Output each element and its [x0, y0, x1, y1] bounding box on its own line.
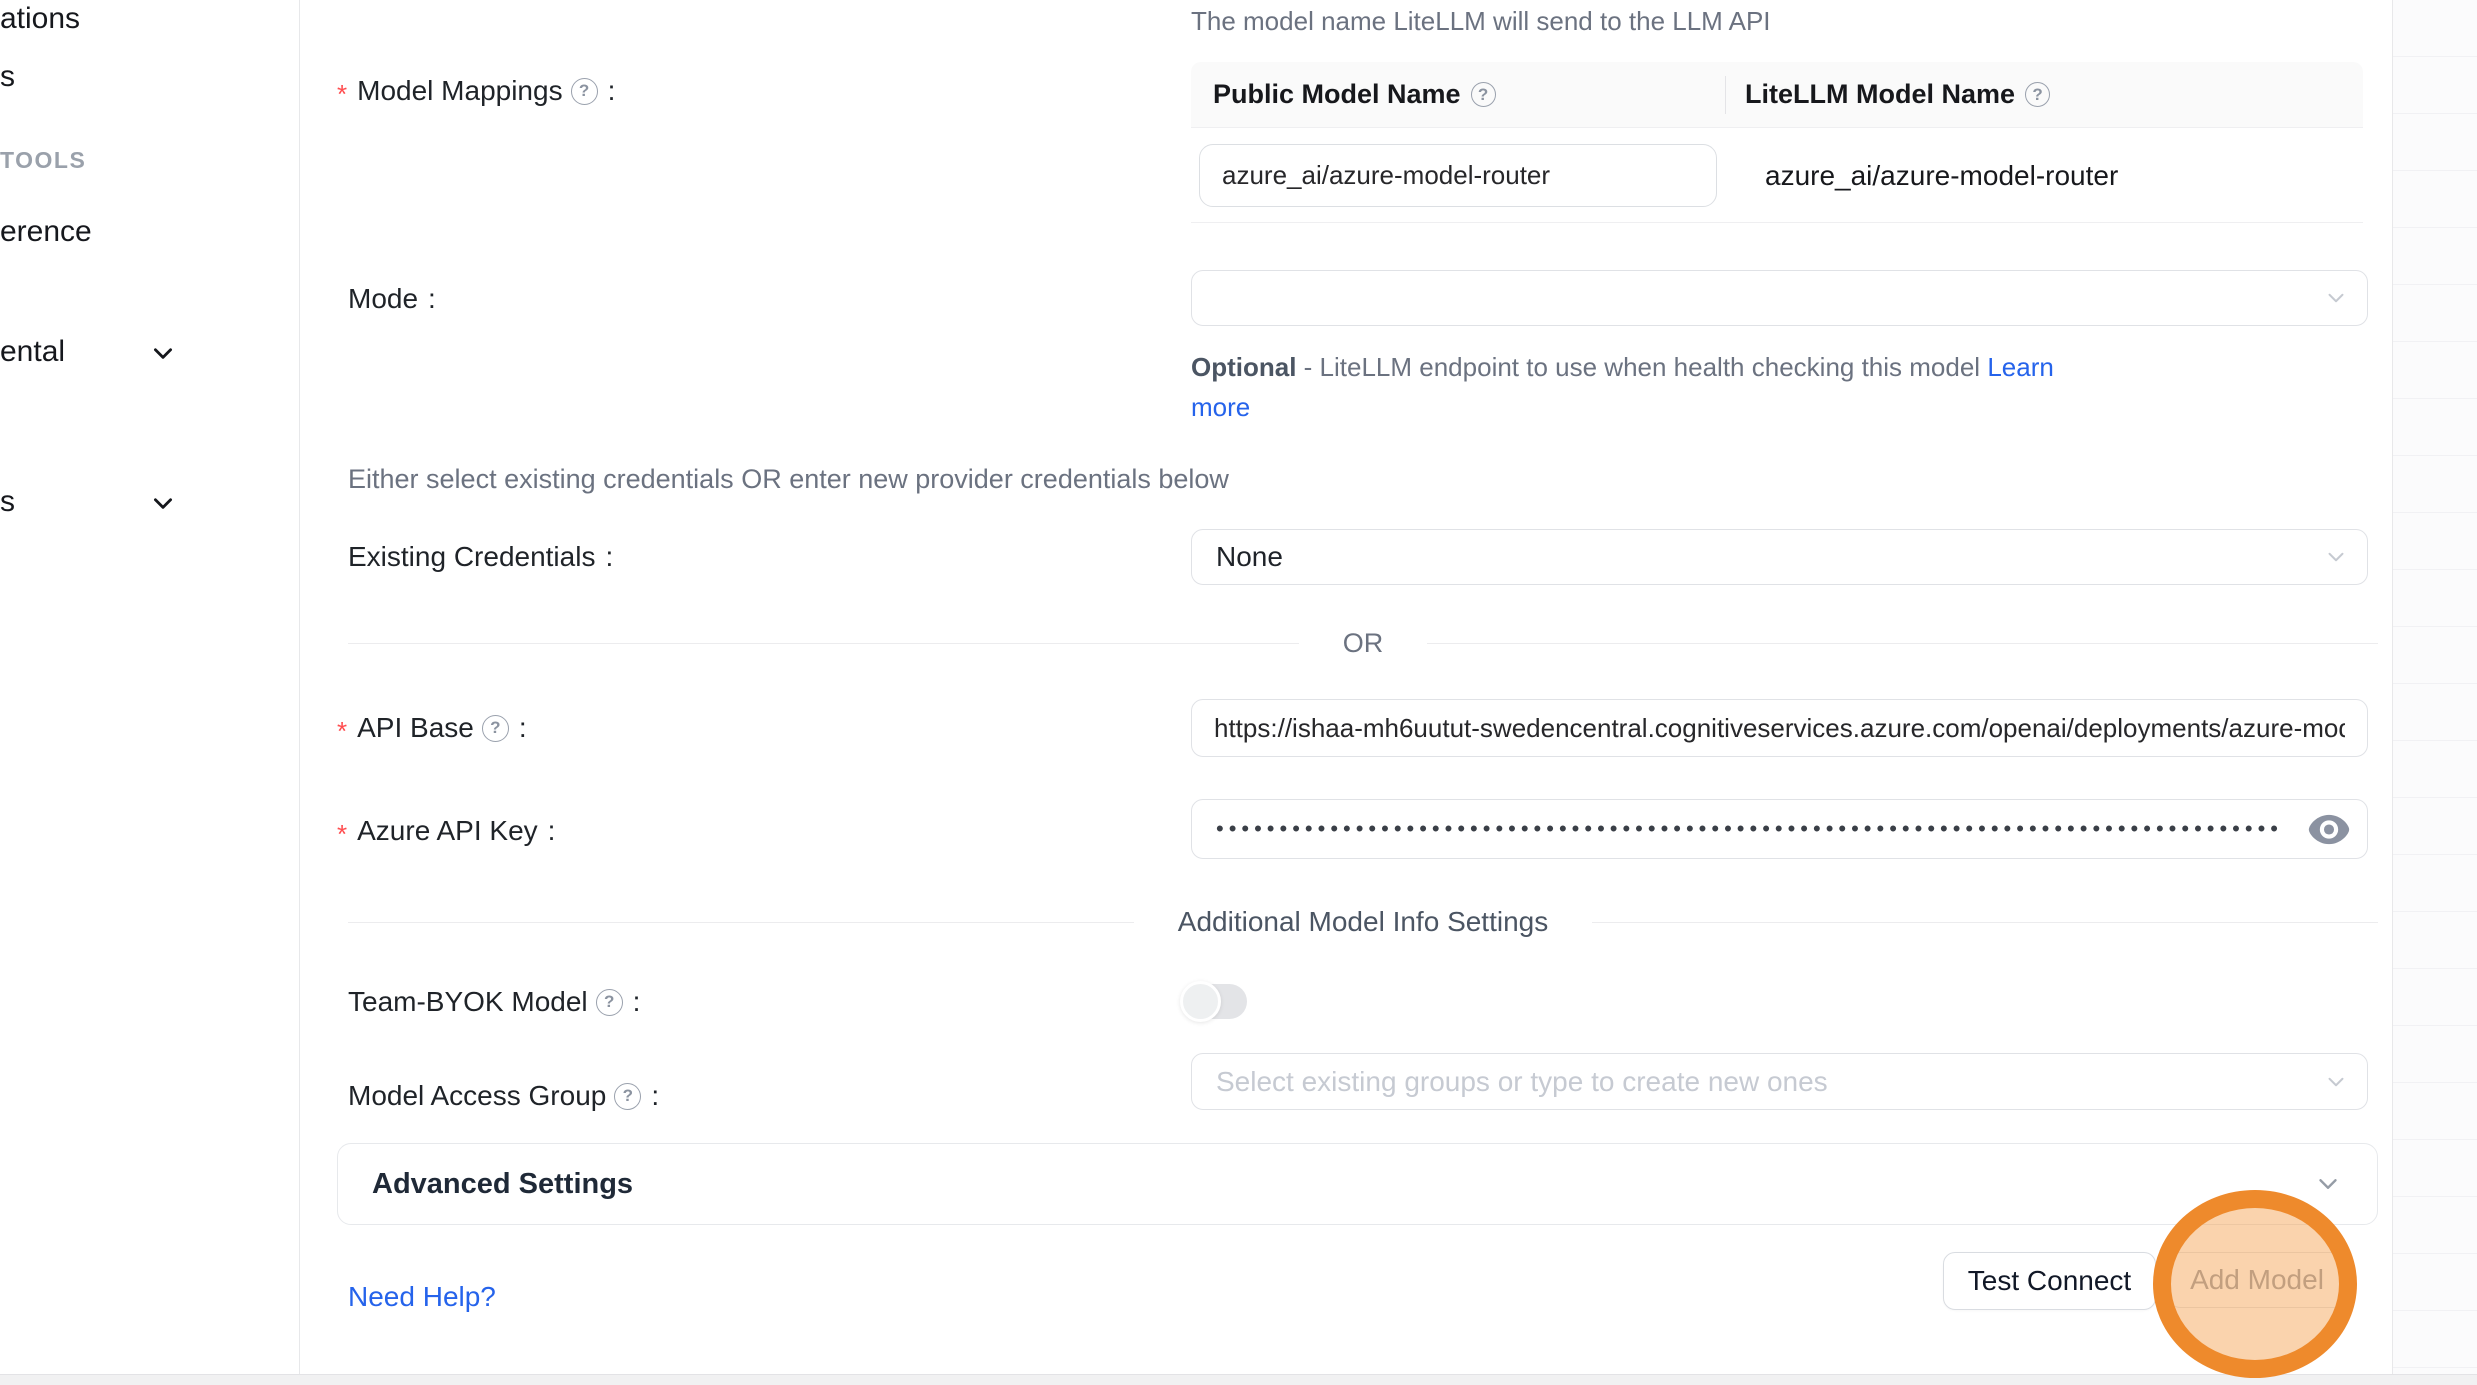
help-question-icon[interactable]: ?: [571, 78, 598, 105]
mode-label: Mode :: [348, 283, 436, 315]
chevron-down-icon[interactable]: [150, 340, 176, 366]
chevron-down-icon: [2323, 1069, 2349, 1095]
azure-api-key-input[interactable]: ••••••••••••••••••••••••••••••••••••••••…: [1191, 799, 2368, 859]
column-header-litellm-model-name: LiteLLM Model Name ?: [1725, 79, 2050, 110]
model-access-group-label-text: Model Access Group: [348, 1080, 606, 1112]
mode-help-body: - LiteLLM endpoint to use when health ch…: [1296, 352, 1987, 382]
litellm-model-name-value: azure_ai/azure-model-router: [1745, 128, 2118, 223]
api-base-label-text: API Base: [357, 712, 474, 744]
add-model-card: The model name LiteLLM will send to the …: [301, 0, 2392, 1374]
divider-line: [1592, 922, 2378, 923]
model-mappings-label: * Model Mappings ? :: [337, 75, 615, 107]
bottom-page-strip: [0, 1374, 2477, 1385]
add-model-button[interactable]: Add Model: [2168, 1252, 2346, 1308]
help-question-icon[interactable]: ?: [596, 989, 623, 1016]
add-model-form-screen: ations s TOOLS erence ental s The model …: [0, 0, 2477, 1385]
divider-line: [1427, 643, 2378, 644]
additional-settings-divider: Additional Model Info Settings: [348, 906, 2378, 938]
sidebar-item-s1[interactable]: s: [0, 60, 15, 94]
label-colon: :: [633, 986, 641, 1018]
help-question-icon[interactable]: ?: [482, 715, 509, 742]
existing-credentials-label: Existing Credentials :: [348, 541, 613, 573]
help-question-icon[interactable]: ?: [1471, 82, 1496, 107]
public-model-name-input[interactable]: [1199, 144, 1717, 207]
advanced-settings-title: Advanced Settings: [372, 1168, 633, 1201]
required-asterisk: *: [337, 819, 347, 850]
credentials-note: Either select existing credentials OR en…: [348, 464, 1229, 495]
column-header-public-model-name: Public Model Name ?: [1191, 79, 1725, 110]
azure-api-key-label: * Azure API Key :: [337, 815, 555, 847]
api-base-label: * API Base ? :: [337, 712, 527, 744]
table-row: azure_ai/azure-model-router: [1191, 128, 2363, 223]
help-question-icon[interactable]: ?: [614, 1083, 641, 1110]
advanced-settings-panel[interactable]: Advanced Settings: [337, 1143, 2378, 1225]
model-mappings-label-text: Model Mappings: [357, 75, 562, 107]
optional-bold-text: Optional: [1191, 352, 1296, 382]
or-divider: OR: [348, 628, 2378, 659]
masked-api-key: ••••••••••••••••••••••••••••••••••••••••…: [1216, 800, 2296, 858]
toggle-knob: [1180, 981, 1221, 1022]
sidebar-item-erence[interactable]: erence: [0, 215, 92, 249]
chevron-down-icon[interactable]: [150, 490, 176, 516]
divider-line: [348, 922, 1134, 923]
sidebar-item-ations[interactable]: ations: [0, 2, 80, 36]
additional-settings-divider-text: Additional Model Info Settings: [1178, 906, 1548, 938]
eye-icon[interactable]: [2307, 813, 2351, 846]
help-question-icon[interactable]: ?: [2025, 82, 2050, 107]
existing-credentials-select[interactable]: None: [1191, 529, 2368, 585]
team-byok-label-text: Team-BYOK Model: [348, 986, 588, 1018]
chevron-down-icon: [2313, 1169, 2343, 1199]
or-text: OR: [1343, 628, 1384, 659]
label-colon: :: [548, 815, 556, 847]
azure-api-key-label-text: Azure API Key: [357, 815, 538, 847]
sidebar-item-ental[interactable]: ental: [0, 335, 65, 369]
mode-select[interactable]: [1191, 270, 2368, 326]
label-colon: :: [651, 1080, 659, 1112]
sidebar-item-s2[interactable]: s: [0, 485, 15, 519]
need-help-link[interactable]: Need Help?: [348, 1281, 496, 1313]
chevron-down-icon: [2323, 544, 2349, 570]
page-background-strip: [2392, 0, 2477, 1374]
required-asterisk: *: [337, 716, 347, 747]
mode-label-text: Mode: [348, 283, 418, 315]
label-colon: :: [519, 712, 527, 744]
team-byok-toggle[interactable]: [1183, 984, 1247, 1019]
required-asterisk: *: [337, 79, 347, 110]
existing-credentials-label-text: Existing Credentials: [348, 541, 595, 573]
sidebar: ations s TOOLS erence ental s: [0, 0, 300, 1374]
column-divider: [1725, 76, 1726, 114]
team-byok-label: Team-BYOK Model ? :: [348, 986, 640, 1018]
mode-help-text: Optional - LiteLLM endpoint to use when …: [1191, 347, 2071, 427]
test-connect-button[interactable]: Test Connect: [1943, 1252, 2156, 1310]
model-mappings-table: Public Model Name ? LiteLLM Model Name ?…: [1191, 62, 2363, 223]
label-colon: :: [428, 283, 436, 315]
table-header-row: Public Model Name ? LiteLLM Model Name ?: [1191, 62, 2363, 128]
model-access-group-select[interactable]: Select existing groups or type to create…: [1191, 1053, 2368, 1110]
public-model-name-header-text: Public Model Name: [1213, 79, 1461, 110]
litellm-model-name-header-text: LiteLLM Model Name: [1745, 79, 2015, 110]
existing-credentials-value: None: [1216, 541, 1283, 573]
api-base-input[interactable]: [1191, 699, 2368, 757]
sidebar-section-tools: TOOLS: [0, 147, 86, 174]
label-colon: :: [608, 75, 616, 107]
model-name-helper-text: The model name LiteLLM will send to the …: [1191, 6, 1771, 37]
divider-line: [348, 643, 1299, 644]
label-colon: :: [605, 541, 613, 573]
model-access-group-label: Model Access Group ? :: [348, 1080, 659, 1112]
chevron-down-icon: [2323, 285, 2349, 311]
model-access-group-placeholder: Select existing groups or type to create…: [1216, 1066, 1828, 1098]
